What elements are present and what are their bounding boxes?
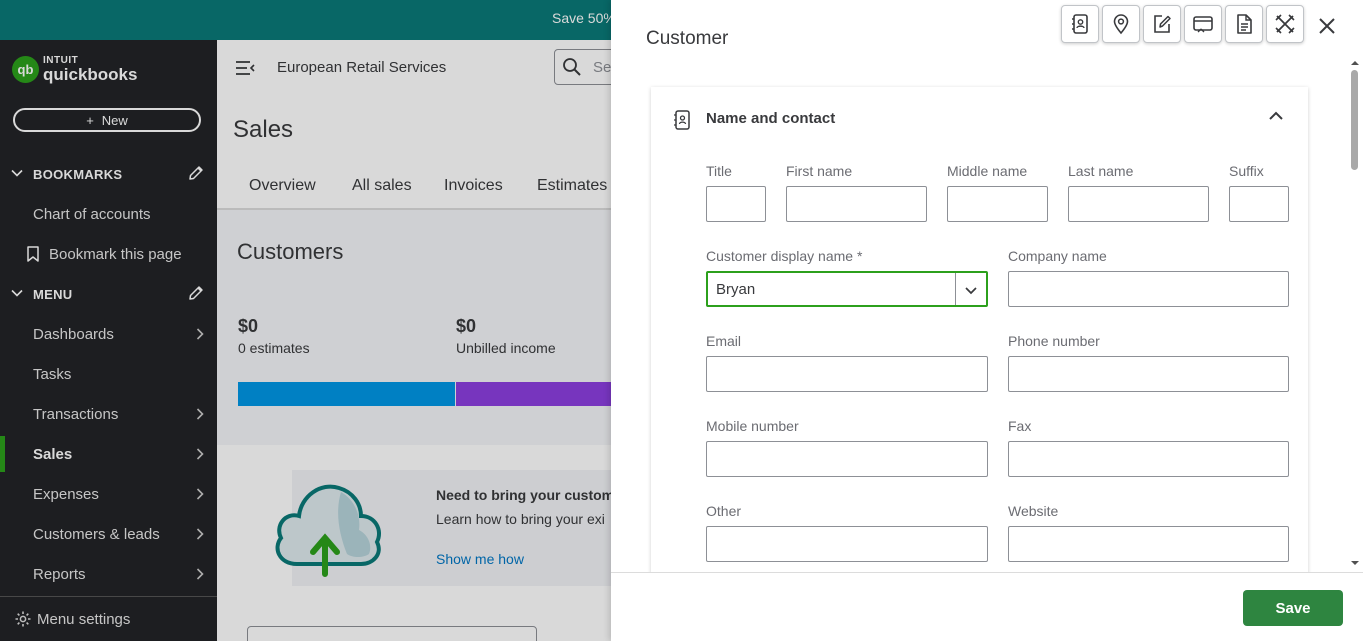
location-pin-icon — [1113, 14, 1129, 35]
display-name-value: Bryan — [716, 281, 756, 298]
website-field[interactable] — [1008, 526, 1289, 562]
mobile-number-field[interactable] — [706, 441, 988, 477]
chevron-down-icon[interactable] — [963, 282, 979, 298]
document-icon — [1237, 14, 1252, 34]
email-field[interactable] — [706, 356, 988, 392]
last-name-label: Last name — [1068, 163, 1134, 179]
first-name-label: First name — [786, 163, 853, 179]
customer-drawer: Customer Name and contact Title First na… — [611, 0, 1363, 641]
drawer-footer: Save — [611, 572, 1363, 641]
name-and-contact-section: Name and contact Title First name Middle… — [651, 87, 1308, 572]
chevron-up-icon[interactable] — [1268, 108, 1284, 124]
close-icon[interactable] — [1316, 15, 1338, 37]
middle-name-label: Middle name — [947, 163, 1028, 179]
notes-button[interactable] — [1143, 5, 1181, 43]
display-name-label: Customer display name * — [706, 248, 863, 264]
tools-icon — [1275, 14, 1295, 34]
customer-display-name-dropdown[interactable]: Bryan — [706, 271, 988, 307]
address-button[interactable] — [1102, 5, 1140, 43]
fax-field[interactable] — [1008, 441, 1289, 477]
suffix-field[interactable] — [1229, 186, 1289, 222]
section-title: Name and contact — [706, 110, 836, 127]
contact-card-button[interactable] — [1061, 5, 1099, 43]
fax-label: Fax — [1008, 418, 1032, 434]
contact-card-icon — [1072, 14, 1088, 34]
scroll-up-arrow-icon[interactable] — [1350, 60, 1360, 66]
phone-number-field[interactable] — [1008, 356, 1289, 392]
drawer-scroll-area[interactable]: Name and contact Title First name Middle… — [611, 60, 1363, 572]
email-label: Email — [706, 333, 742, 349]
last-name-field[interactable] — [1068, 186, 1209, 222]
mobile-label: Mobile number — [706, 418, 799, 434]
payments-icon — [1193, 16, 1213, 33]
first-name-field[interactable] — [786, 186, 927, 222]
company-name-field[interactable] — [1008, 271, 1289, 307]
contact-card-icon — [674, 110, 690, 130]
modal-backdrop[interactable] — [0, 0, 611, 641]
drawer-scrollbar[interactable] — [1348, 60, 1362, 572]
other-label: Other — [706, 503, 742, 519]
scroll-down-arrow-icon[interactable] — [1350, 560, 1360, 566]
title-label: Title — [706, 163, 732, 179]
middle-name-field[interactable] — [947, 186, 1048, 222]
other-field[interactable] — [706, 526, 988, 562]
save-button[interactable]: Save — [1243, 590, 1343, 626]
payments-button[interactable] — [1184, 5, 1222, 43]
phone-label: Phone number — [1008, 333, 1100, 349]
website-label: Website — [1008, 503, 1059, 519]
drawer-title: Customer — [646, 28, 729, 49]
suffix-label: Suffix — [1229, 163, 1264, 179]
edit-note-icon — [1154, 15, 1171, 33]
additional-info-button[interactable] — [1266, 5, 1304, 43]
company-name-label: Company name — [1008, 248, 1107, 264]
dropdown-divider — [955, 273, 956, 305]
title-field[interactable] — [706, 186, 766, 222]
scrollbar-thumb[interactable] — [1351, 70, 1358, 170]
attachments-button[interactable] — [1225, 5, 1263, 43]
